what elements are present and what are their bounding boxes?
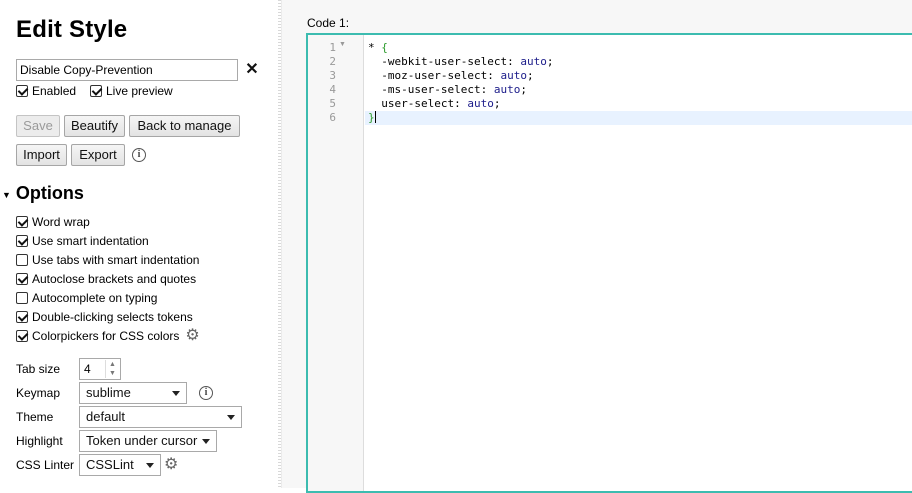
options-section-header[interactable]: ▼ Options [2,183,84,204]
option-checkbox[interactable] [16,311,28,323]
line-number: 1 [329,41,336,54]
code-token-end: ; [546,55,554,68]
code-token-val: auto [520,55,547,68]
page-title: Edit Style [16,16,128,43]
option-row[interactable]: Word wrap [16,215,90,229]
option-label: Autoclose brackets and quotes [32,272,197,286]
code-token-prop: user-select: [368,97,468,110]
keymap-label: Keymap [16,386,61,400]
code-token-end: ; [493,97,501,110]
code-line[interactable]: } [368,111,376,125]
option-checkbox[interactable] [16,216,28,228]
live-preview-label: Live preview [106,84,173,98]
code-line[interactable]: * { [368,41,388,55]
line-number: 2 [329,55,336,68]
option-label: Double-clicking selects tokens [32,310,193,324]
code-line[interactable]: -moz-user-select: auto; [368,69,534,83]
code-line[interactable]: user-select: auto; [368,97,500,111]
code-line[interactable]: -webkit-user-select: auto; [368,55,553,69]
tab-size-stepper[interactable]: 4 ▲ ▼ [79,358,121,380]
option-row[interactable]: Use smart indentation [16,234,149,248]
code-token-prop: -ms-user-select: [368,83,494,96]
keymap-select[interactable]: sublime [79,382,187,404]
option-label: Word wrap [32,215,90,229]
option-checkbox[interactable] [16,330,28,342]
line-gutter: ▼ 123456 [308,35,364,491]
code-token-brace: } [368,111,375,124]
code-token-prop: -webkit-user-select: [368,55,521,68]
option-checkbox[interactable] [16,292,28,304]
enabled-label: Enabled [32,84,77,98]
option-label: Colorpickers for CSS colors [32,329,180,343]
code-token-end: ; [526,69,534,82]
code-section-label: Code 1: [307,16,350,30]
option-label: Use smart indentation [32,234,149,248]
clear-name-icon[interactable]: ✕ [244,59,260,81]
enabled-checkbox-row[interactable]: Enabled [16,84,76,98]
options-title: Options [15,183,84,203]
live-preview-checkbox-row[interactable]: Live preview [90,84,173,98]
collapse-triangle-icon[interactable]: ▼ [2,190,11,200]
option-row[interactable]: Use tabs with smart indentation [16,253,199,267]
save-button[interactable]: Save [16,115,60,137]
line-number: 4 [329,83,336,96]
editor-sidebar: Edit Style ✕ Enabled Live preview Save B… [0,0,280,488]
code-panel: Code 1: ▼ 123456 * { -webkit-user-select… [282,0,912,493]
highlight-select[interactable]: Token under cursor [79,430,217,452]
stepper-arrows-icon[interactable]: ▲ ▼ [105,360,119,378]
option-row[interactable]: Autocomplete on typing [16,291,157,305]
colorpicker-gear-icon[interactable]: ⚙ [185,328,199,344]
info-icon[interactable]: i [132,148,146,162]
live-preview-checkbox[interactable] [90,85,102,97]
option-row[interactable]: Autoclose brackets and quotes [16,272,196,286]
code-token-val: auto [493,83,521,96]
back-to-manage-button[interactable]: Back to manage [129,115,240,137]
text-cursor [374,111,376,123]
active-line-highlight [365,111,912,125]
beautify-button[interactable]: Beautify [64,115,125,137]
option-row[interactable]: Colorpickers for CSS colors ⚙ [16,328,200,344]
keymap-info-icon[interactable]: i [199,386,213,400]
code-token-val: auto [467,97,494,110]
code-token-end: ; [520,83,527,96]
css-linter-select[interactable]: CSSLint [79,454,161,476]
code-editor[interactable]: ▼ 123456 * { -webkit-user-select: auto; … [306,33,912,493]
import-button[interactable]: Import [16,144,67,166]
option-label: Use tabs with smart indentation [32,253,200,267]
enabled-checkbox[interactable] [16,85,28,97]
option-label: Autocomplete on typing [32,291,158,305]
code-token-prop: -moz-user-select: [368,69,501,82]
option-row[interactable]: Double-clicking selects tokens [16,310,193,324]
tab-size-value: 4 [84,362,91,376]
fold-arrow-icon[interactable]: ▼ [339,41,346,48]
line-number: 3 [329,69,336,82]
code-line[interactable]: -ms-user-select: auto; [368,83,527,97]
style-name-input[interactable] [16,59,238,81]
option-checkbox[interactable] [16,273,28,285]
line-number: 6 [329,111,336,124]
export-button[interactable]: Export [71,144,125,166]
option-checkbox[interactable] [16,235,28,247]
line-number: 5 [329,97,336,110]
tab-size-label: Tab size [16,362,61,376]
option-checkbox[interactable] [16,254,28,266]
css-linter-label: CSS Linter [16,458,75,472]
code-token-brace: { [381,41,388,54]
code-token-val: auto [500,69,527,82]
linter-gear-icon[interactable]: ⚙ [164,457,178,473]
code-token-sel: * [368,41,382,54]
highlight-label: Highlight [16,434,63,448]
theme-label: Theme [16,410,54,424]
theme-select[interactable]: default [79,406,242,428]
